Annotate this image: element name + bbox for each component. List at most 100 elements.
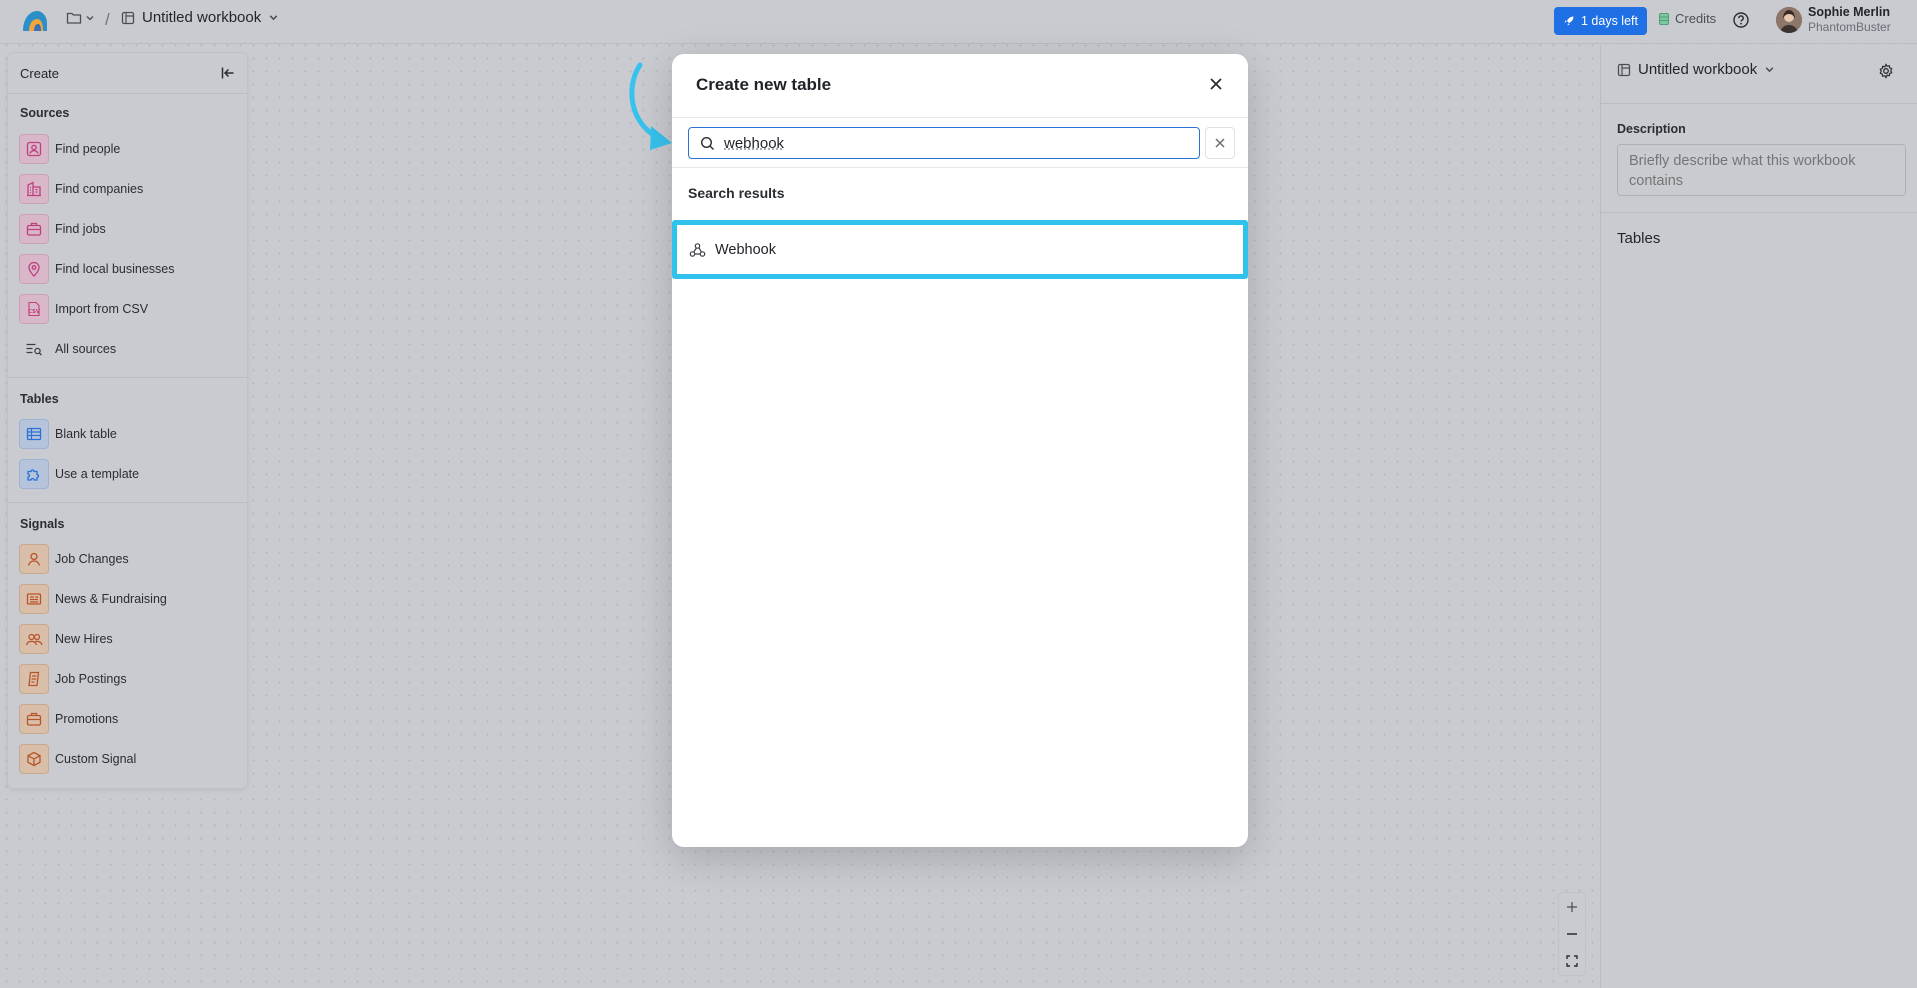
source-label: Find jobs	[55, 222, 106, 236]
divider	[8, 502, 247, 503]
building-icon	[19, 174, 49, 204]
source-find-local-businesses[interactable]: Find local businesses	[19, 252, 239, 286]
section-tables: Tables	[20, 392, 59, 406]
signal-label: Job Postings	[55, 672, 127, 686]
signal-job-postings[interactable]: Job Postings	[19, 662, 239, 696]
signal-custom-signal[interactable]: Custom Signal	[19, 742, 239, 776]
trial-label: 1 days left	[1581, 14, 1638, 28]
table-icon	[19, 419, 49, 449]
workbook-icon	[121, 11, 135, 25]
panel-workbook-title: Untitled workbook	[1638, 61, 1758, 78]
chevron-down-icon	[1764, 64, 1775, 75]
divider	[1601, 212, 1917, 213]
top-bar: / Untitled workbook 1 days left Credits …	[0, 0, 1917, 44]
list-search-icon	[19, 334, 49, 364]
result-label: Webhook	[715, 241, 776, 258]
create-panel-title: Create	[20, 66, 60, 81]
avatar	[1776, 7, 1802, 33]
cube-icon	[19, 744, 49, 774]
chevron-down-icon	[85, 13, 95, 23]
source-label: Import from CSV	[55, 302, 149, 316]
user-organization: PhantomBuster	[1808, 20, 1891, 34]
trial-days-left-button[interactable]: 1 days left	[1554, 7, 1647, 35]
folder-menu-button[interactable]	[66, 11, 95, 25]
signal-new-hires[interactable]: New Hires	[19, 622, 239, 656]
webhook-icon	[689, 242, 706, 258]
table-option-label: Use a template	[55, 467, 140, 481]
app-logo-icon[interactable]	[21, 9, 49, 33]
section-signals: Signals	[20, 517, 65, 531]
search-icon	[700, 136, 715, 151]
svg-text:CSV: CSV	[28, 309, 41, 315]
workbook-icon	[1617, 63, 1631, 77]
create-panel: Create Sources Find people Find companie…	[8, 53, 247, 788]
zoom-out-icon[interactable]	[1559, 920, 1585, 947]
workbook-details-panel: Untitled workbook Description Tables	[1600, 45, 1917, 988]
divider	[8, 93, 247, 94]
close-icon[interactable]	[1208, 76, 1224, 92]
workbook-title-button[interactable]: Untitled workbook	[121, 9, 279, 26]
workbook-title-dropdown[interactable]: Untitled workbook	[1617, 61, 1775, 78]
description-field[interactable]	[1617, 144, 1906, 196]
breadcrumb-separator: /	[105, 10, 110, 29]
divider	[8, 377, 247, 378]
source-label: All sources	[55, 342, 117, 356]
csv-file-icon: CSV	[19, 294, 49, 324]
signal-label: Job Changes	[55, 552, 129, 566]
source-import-csv[interactable]: CSV Import from CSV	[19, 292, 239, 326]
people-icon	[19, 624, 49, 654]
source-all-sources[interactable]: All sources	[19, 332, 239, 366]
signal-job-changes[interactable]: Job Changes	[19, 542, 239, 576]
source-find-jobs[interactable]: Find jobs	[19, 212, 239, 246]
search-field[interactable]	[688, 127, 1200, 159]
signal-label: News & Fundraising	[55, 592, 167, 606]
chevron-down-icon	[268, 12, 279, 23]
divider	[672, 167, 1248, 168]
signal-promotions[interactable]: Promotions	[19, 702, 239, 736]
source-find-companies[interactable]: Find companies	[19, 172, 239, 206]
user-name: Sophie Merlin	[1808, 5, 1890, 19]
source-find-people[interactable]: Find people	[19, 132, 239, 166]
collapse-panel-icon[interactable]	[220, 65, 236, 81]
notepad-icon	[19, 664, 49, 694]
workbook-title: Untitled workbook	[142, 9, 262, 26]
section-sources: Sources	[20, 106, 70, 120]
newspaper-icon	[19, 584, 49, 614]
signal-label: Promotions	[55, 712, 119, 726]
create-table-dialog: Create new table Search results Webhook	[672, 54, 1248, 847]
zoom-controls	[1558, 892, 1586, 976]
divider	[1601, 103, 1917, 104]
source-label: Find local businesses	[55, 262, 175, 276]
dialog-title: Create new table	[696, 75, 832, 94]
source-label: Find people	[55, 142, 121, 156]
puzzle-icon	[19, 459, 49, 489]
clear-search-icon[interactable]	[1205, 127, 1235, 159]
folder-icon	[66, 11, 82, 25]
result-webhook[interactable]: Webhook	[672, 220, 1248, 279]
credits-label: Credits	[1675, 11, 1717, 26]
zoom-in-icon[interactable]	[1559, 893, 1585, 920]
credits-button[interactable]: Credits	[1658, 11, 1716, 26]
signal-label: Custom Signal	[55, 752, 137, 766]
person-card-icon	[19, 134, 49, 164]
source-label: Find companies	[55, 182, 144, 196]
rocket-icon	[1563, 15, 1575, 27]
search-input[interactable]	[724, 134, 1184, 152]
user-menu[interactable]: Sophie Merlin PhantomBuster	[1776, 5, 1891, 35]
fit-view-icon[interactable]	[1559, 947, 1585, 974]
briefcase-icon	[19, 704, 49, 734]
divider	[672, 117, 1248, 118]
tables-heading: Tables	[1617, 230, 1661, 247]
person-icon	[19, 544, 49, 574]
credits-coins-icon	[1658, 12, 1670, 26]
table-use-template[interactable]: Use a template	[19, 457, 239, 491]
signal-news-fundraising[interactable]: News & Fundraising	[19, 582, 239, 616]
search-results-heading: Search results	[688, 185, 785, 201]
signal-label: New Hires	[55, 632, 113, 646]
help-icon[interactable]	[1732, 11, 1750, 29]
table-option-label: Blank table	[55, 427, 117, 441]
table-blank-table[interactable]: Blank table	[19, 417, 239, 451]
map-pin-icon	[19, 254, 49, 284]
gear-icon[interactable]	[1878, 63, 1894, 79]
briefcase-icon	[19, 214, 49, 244]
